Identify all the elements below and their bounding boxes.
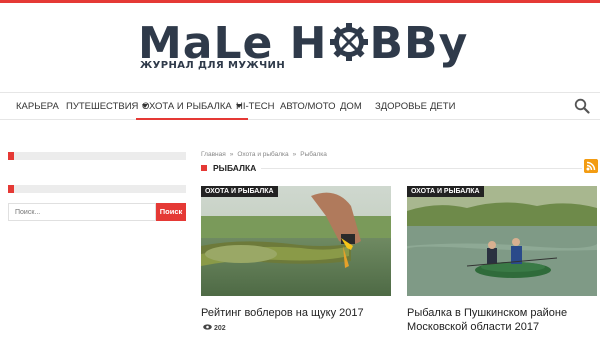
section-header: РЫБАЛКА bbox=[201, 159, 598, 174]
top-accent-line bbox=[0, 0, 600, 3]
widget-accent-mark bbox=[8, 185, 14, 193]
article-title[interactable]: Рейтинг воблеров на щуку 2017 bbox=[201, 306, 391, 320]
breadcrumb: Главная» Охота и рыбалка» Рыбалка bbox=[201, 151, 327, 158]
breadcrumb-separator: » bbox=[292, 151, 297, 158]
gear-wrench-icon bbox=[329, 23, 368, 61]
article-views: 202 bbox=[203, 324, 226, 332]
nav-item-home[interactable]: ДОМ bbox=[340, 93, 362, 120]
breadcrumb-current: Рыбалка bbox=[300, 151, 327, 158]
views-count: 202 bbox=[214, 325, 226, 332]
article-category-badge[interactable]: ОХОТА И РЫБАЛКА bbox=[407, 186, 484, 197]
rss-icon[interactable] bbox=[584, 159, 598, 173]
main-nav: КАРЬЕРА ПУТЕШЕСТВИЯ ОХОТА И РЫБАЛКА HI-T… bbox=[0, 92, 600, 120]
breadcrumb-separator: » bbox=[229, 151, 234, 158]
breadcrumb-home[interactable]: Главная bbox=[201, 151, 226, 158]
logo-tagline: ЖУРНАЛ ДЛЯ МУЖЧИН bbox=[140, 60, 286, 71]
section-title: РЫБАЛКА bbox=[213, 163, 257, 173]
site-logo[interactable]: MaLe H BBy ЖУРНАЛ ДЛЯ МУЖЧИН bbox=[138, 22, 468, 74]
search-icon[interactable] bbox=[574, 98, 590, 114]
nav-item-auto-moto[interactable]: АВТО/МОТО bbox=[280, 93, 336, 120]
section-divider bbox=[261, 168, 582, 169]
eye-icon bbox=[203, 324, 212, 330]
article-image-pike[interactable]: ОХОТА И РЫБАЛКА bbox=[201, 186, 391, 296]
sidebar-widget-header bbox=[8, 152, 186, 160]
sidebar-widget-header bbox=[8, 185, 186, 193]
article-category-badge[interactable]: ОХОТА И РЫБАЛКА bbox=[201, 186, 278, 197]
article-title[interactable]: Рыбалка в Пушкинском районе Московской о… bbox=[407, 306, 597, 334]
nav-item-career[interactable]: КАРЬЕРА bbox=[16, 93, 59, 120]
search-button[interactable]: Поиск bbox=[156, 203, 186, 221]
sidebar-search: Поиск bbox=[8, 203, 186, 221]
section-accent-mark bbox=[201, 165, 207, 171]
search-input[interactable] bbox=[8, 203, 156, 221]
nav-item-hunting-fishing[interactable]: ОХОТА И РЫБАЛКА bbox=[136, 93, 248, 120]
nav-item-hi-tech[interactable]: HI-TECH bbox=[236, 93, 275, 120]
nav-item-health[interactable]: ЗДОРОВЬЕ bbox=[375, 93, 427, 120]
article-image-boat[interactable]: ОХОТА И РЫБАЛКА bbox=[407, 186, 597, 296]
nav-item-kids[interactable]: ДЕТИ bbox=[430, 93, 455, 120]
widget-accent-mark bbox=[8, 152, 14, 160]
breadcrumb-category[interactable]: Охота и рыбалка bbox=[237, 151, 288, 158]
